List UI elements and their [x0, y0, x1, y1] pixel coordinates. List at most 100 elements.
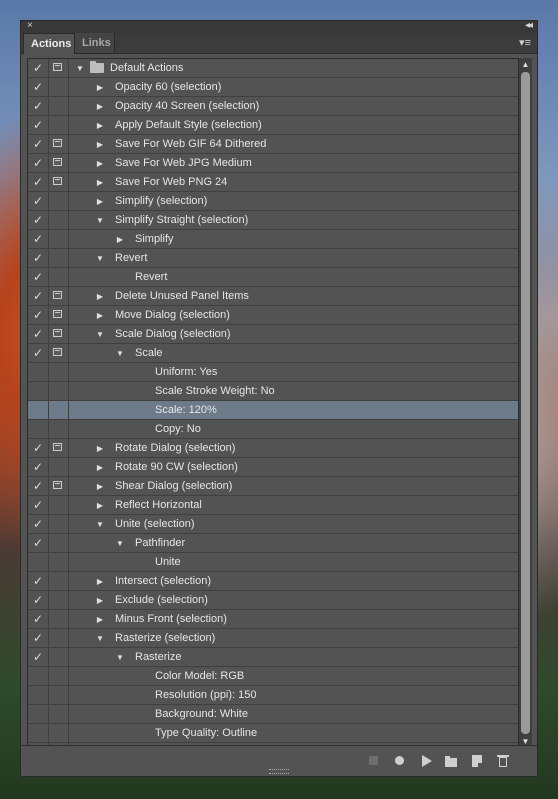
action-row[interactable]: ✓ ▼ Rasterize (selection): [28, 629, 518, 648]
chevron-right-icon[interactable]: ▶: [95, 477, 105, 496]
toggle-item-checkbox[interactable]: ✓: [28, 610, 49, 628]
action-row[interactable]: ✓ ▶ Save For Web PNG 24: [28, 173, 518, 192]
scroll-up-icon[interactable]: ▲: [519, 60, 532, 69]
action-row[interactable]: ✓ ▼ Unite (selection): [28, 515, 518, 534]
toggle-item-checkbox[interactable]: [28, 401, 49, 419]
action-row[interactable]: ✓ ▶ Intersect (selection): [28, 572, 518, 591]
action-row[interactable]: ✓ Revert: [28, 268, 518, 287]
action-row[interactable]: Background: White: [28, 705, 518, 724]
chevron-down-icon[interactable]: ▼: [115, 344, 125, 363]
toggle-dialog-cell[interactable]: [48, 477, 69, 495]
toggle-dialog-cell[interactable]: [48, 249, 69, 267]
close-icon[interactable]: ×: [27, 20, 33, 31]
toggle-dialog-cell[interactable]: [48, 59, 69, 77]
action-row[interactable]: ✓ ▼ Scale Dialog (selection): [28, 325, 518, 344]
toggle-dialog-cell[interactable]: [48, 496, 69, 514]
action-row[interactable]: Resolution (ppi): 150: [28, 686, 518, 705]
toggle-dialog-cell[interactable]: [48, 135, 69, 153]
toggle-item-checkbox[interactable]: ✓: [28, 192, 49, 210]
panel-menu-icon[interactable]: ▾≡: [519, 36, 531, 49]
action-row[interactable]: ✓ ▶ Rotate Dialog (selection): [28, 439, 518, 458]
toggle-item-checkbox[interactable]: [28, 382, 49, 400]
toggle-item-checkbox[interactable]: ✓: [28, 325, 49, 343]
toggle-dialog-cell[interactable]: [48, 230, 69, 248]
toggle-item-checkbox[interactable]: [28, 686, 49, 704]
action-row[interactable]: Color Model: RGB: [28, 667, 518, 686]
toggle-dialog-cell[interactable]: [48, 401, 69, 419]
toggle-item-checkbox[interactable]: ✓: [28, 344, 49, 362]
toggle-dialog-cell[interactable]: [48, 192, 69, 210]
toggle-item-checkbox[interactable]: ✓: [28, 59, 49, 77]
scrollbar-thumb[interactable]: [521, 72, 530, 734]
chevron-right-icon[interactable]: ▶: [95, 173, 105, 192]
chevron-right-icon[interactable]: ▶: [95, 572, 105, 591]
chevron-right-icon[interactable]: ▶: [95, 439, 105, 458]
toggle-item-checkbox[interactable]: ✓: [28, 116, 49, 134]
new-action-icon[interactable]: [470, 754, 484, 768]
action-row[interactable]: Uniform: Yes: [28, 363, 518, 382]
chevron-right-icon[interactable]: ▶: [95, 192, 105, 211]
action-row[interactable]: ✓ ▶ Save For Web GIF 64 Dithered: [28, 135, 518, 154]
chevron-down-icon[interactable]: ▼: [95, 515, 105, 534]
toggle-item-checkbox[interactable]: ✓: [28, 439, 49, 457]
tab-actions[interactable]: Actions: [23, 33, 75, 54]
play-icon[interactable]: [419, 754, 433, 768]
action-row[interactable]: ✓ ▼ Rasterize: [28, 648, 518, 667]
resize-grip[interactable]: [269, 769, 289, 774]
toggle-item-checkbox[interactable]: ✓: [28, 230, 49, 248]
action-row[interactable]: ✓ ▼ Simplify Straight (selection): [28, 211, 518, 230]
chevron-right-icon[interactable]: ▶: [95, 458, 105, 477]
toggle-dialog-cell[interactable]: [48, 572, 69, 590]
chevron-down-icon[interactable]: ▼: [115, 534, 125, 553]
action-row[interactable]: Scale Stroke Weight: No: [28, 382, 518, 401]
toggle-dialog-cell[interactable]: [48, 686, 69, 704]
toggle-item-checkbox[interactable]: ✓: [28, 287, 49, 305]
toggle-item-checkbox[interactable]: ✓: [28, 629, 49, 647]
action-row[interactable]: ✓ ▶ Opacity 60 (selection): [28, 78, 518, 97]
toggle-dialog-cell[interactable]: [48, 344, 69, 362]
toggle-dialog-cell[interactable]: [48, 287, 69, 305]
toggle-dialog-cell[interactable]: [48, 553, 69, 571]
chevron-right-icon[interactable]: ▶: [95, 135, 105, 154]
toggle-dialog-cell[interactable]: [48, 458, 69, 476]
toggle-item-checkbox[interactable]: ✓: [28, 154, 49, 172]
toggle-item-checkbox[interactable]: [28, 667, 49, 685]
toggle-dialog-cell[interactable]: [48, 667, 69, 685]
toggle-dialog-cell[interactable]: [48, 648, 69, 666]
action-row[interactable]: ✓ ▶ Simplify (selection): [28, 192, 518, 211]
record-icon[interactable]: [393, 754, 407, 768]
chevron-right-icon[interactable]: ▶: [95, 116, 105, 135]
action-row[interactable]: ✓ ▶ Save For Web JPG Medium: [28, 154, 518, 173]
toggle-dialog-cell[interactable]: [48, 306, 69, 324]
toggle-item-checkbox[interactable]: ✓: [28, 78, 49, 96]
chevron-down-icon[interactable]: ▼: [75, 59, 85, 78]
new-set-icon[interactable]: [444, 754, 458, 768]
toggle-dialog-cell[interactable]: [48, 173, 69, 191]
toggle-item-checkbox[interactable]: [28, 705, 49, 723]
chevron-down-icon[interactable]: ▼: [95, 211, 105, 230]
chevron-right-icon[interactable]: ▶: [95, 591, 105, 610]
toggle-dialog-cell[interactable]: [48, 705, 69, 723]
toggle-item-checkbox[interactable]: ✓: [28, 135, 49, 153]
toggle-item-checkbox[interactable]: [28, 553, 49, 571]
action-row[interactable]: ✓ ▼ Pathfinder: [28, 534, 518, 553]
action-row[interactable]: ✓ ▼ Scale: [28, 344, 518, 363]
toggle-item-checkbox[interactable]: ✓: [28, 268, 49, 286]
vertical-scrollbar[interactable]: ▲ ▼: [519, 58, 532, 748]
tab-links[interactable]: Links: [75, 33, 115, 53]
toggle-dialog-cell[interactable]: [48, 363, 69, 381]
action-row[interactable]: Type Quality: Outline: [28, 724, 518, 743]
toggle-item-checkbox[interactable]: ✓: [28, 534, 49, 552]
toggle-item-checkbox[interactable]: ✓: [28, 458, 49, 476]
action-row[interactable]: ✓ ▶ Shear Dialog (selection): [28, 477, 518, 496]
toggle-dialog-cell[interactable]: [48, 325, 69, 343]
chevron-right-icon[interactable]: ▶: [115, 230, 125, 249]
action-row[interactable]: ✓ ▼ Revert: [28, 249, 518, 268]
toggle-dialog-cell[interactable]: [48, 268, 69, 286]
action-row[interactable]: ✓ ▶ Exclude (selection): [28, 591, 518, 610]
chevron-right-icon[interactable]: ▶: [95, 97, 105, 116]
toggle-item-checkbox[interactable]: ✓: [28, 572, 49, 590]
chevron-right-icon[interactable]: ▶: [95, 496, 105, 515]
toggle-item-checkbox[interactable]: ✓: [28, 591, 49, 609]
chevron-down-icon[interactable]: ▼: [95, 629, 105, 648]
